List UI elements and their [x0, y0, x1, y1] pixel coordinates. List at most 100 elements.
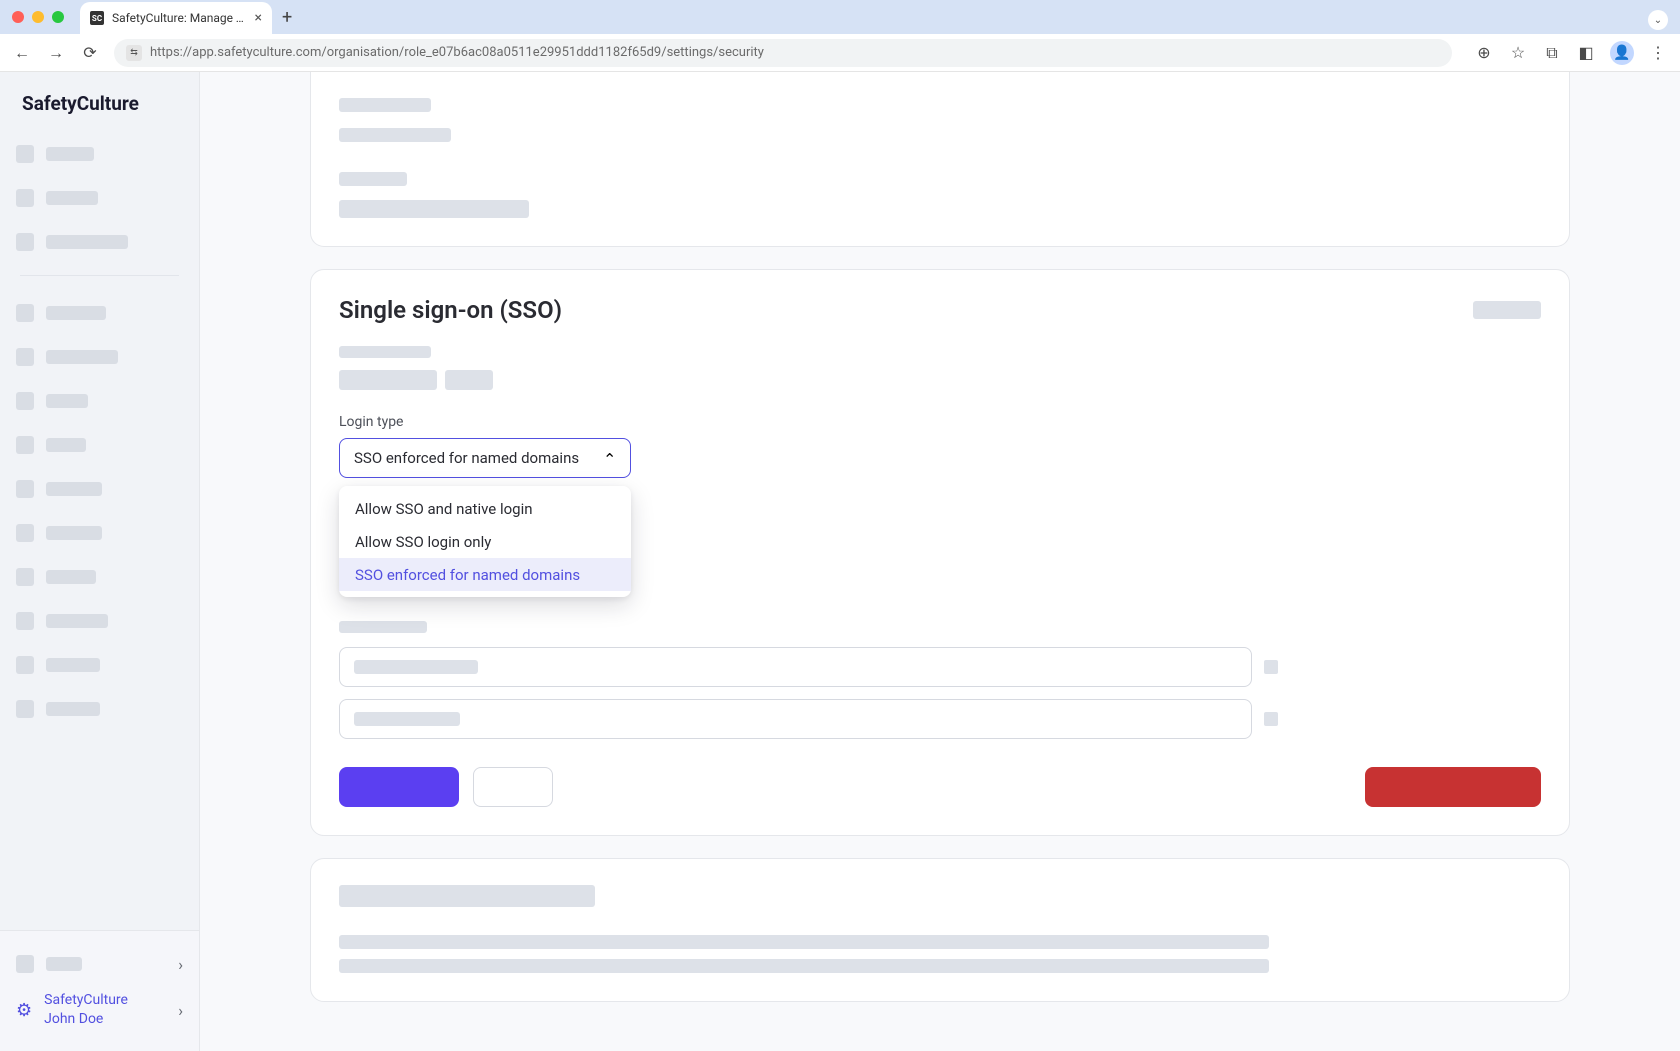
placeholder-icon: [16, 145, 34, 163]
login-type-select[interactable]: SSO enforced for named domains ⌄: [339, 438, 631, 478]
placeholder-label: [46, 658, 100, 672]
placeholder-icon: [16, 480, 34, 498]
placeholder-icon: [16, 233, 34, 251]
sidebar-item[interactable]: [16, 602, 183, 640]
remove-row-button-placeholder[interactable]: [1264, 712, 1278, 726]
sidebar-footer-item[interactable]: ›: [16, 941, 183, 987]
card-actions: [339, 767, 1541, 807]
placeholder-label: [46, 191, 98, 205]
profile-avatar[interactable]: 👤: [1610, 41, 1634, 65]
sidebar-footer: › ⚙ SafetyCulture John Doe ›: [0, 930, 199, 1051]
sidepanel-icon[interactable]: ◧: [1576, 43, 1596, 62]
org-name: SafetyCulture: [44, 991, 128, 1010]
placeholder-label: [46, 482, 102, 496]
placeholder: [339, 935, 1269, 949]
address-bar[interactable]: ⇆ https://app.safetyculture.com/organisa…: [114, 39, 1452, 67]
sidebar-item[interactable]: [16, 179, 183, 217]
back-button[interactable]: ←: [12, 43, 32, 63]
sidebar-item[interactable]: [16, 470, 183, 508]
extensions-icon[interactable]: ⧉: [1542, 43, 1562, 63]
placeholder-icon: [16, 955, 34, 973]
domain-input[interactable]: [339, 647, 1252, 687]
sidebar-item[interactable]: [16, 135, 183, 173]
domain-input[interactable]: [339, 699, 1252, 739]
url-text: https://app.safetyculture.com/organisati…: [150, 45, 764, 60]
placeholder: [339, 621, 427, 633]
domain-input-row: [339, 699, 1541, 739]
placeholder-label: [46, 394, 88, 408]
dropdown-option-allow-sso-only[interactable]: Allow SSO login only: [339, 525, 631, 558]
close-tab-icon[interactable]: ×: [255, 10, 262, 26]
sidebar-item[interactable]: [16, 558, 183, 596]
placeholder-label: [46, 235, 128, 249]
chevron-right-icon: ›: [178, 955, 183, 974]
login-type-label: Login type: [339, 414, 1541, 430]
placeholder-label: [46, 570, 96, 584]
placeholder: [354, 712, 460, 726]
sidebar-nav: [0, 127, 199, 930]
forward-button[interactable]: →: [46, 43, 66, 63]
sidebar-item[interactable]: [16, 382, 183, 420]
placeholder-label: [46, 526, 102, 540]
user-name: John Doe: [44, 1010, 128, 1029]
delete-button[interactable]: [1365, 767, 1541, 807]
placeholder-label: [46, 614, 108, 628]
placeholder-icon: [16, 612, 34, 630]
placeholder: [339, 370, 437, 390]
settings-card-placeholder-bottom: [310, 858, 1570, 1002]
sidebar-item[interactable]: [16, 223, 183, 261]
dropdown-option-allow-sso-native[interactable]: Allow SSO and native login: [339, 492, 631, 525]
placeholder-label: [46, 957, 82, 971]
close-window-icon[interactable]: [12, 11, 24, 23]
sidebar-item[interactable]: [16, 690, 183, 728]
cancel-button[interactable]: [473, 767, 553, 807]
placeholder-label: [46, 702, 100, 716]
sidebar-item[interactable]: [16, 426, 183, 464]
org-user-block: SafetyCulture John Doe: [44, 991, 128, 1029]
placeholder: [339, 346, 431, 358]
chevron-down-icon: ⌄: [1654, 15, 1662, 26]
remove-row-button-placeholder[interactable]: [1264, 660, 1278, 674]
sidebar: SafetyCulture › ⚙: [0, 72, 200, 1051]
placeholder-icon: [16, 348, 34, 366]
main-content: Single sign-on (SSO) Login type SSO enfo…: [200, 72, 1680, 1051]
sso-settings-card: Single sign-on (SSO) Login type SSO enfo…: [310, 269, 1570, 836]
bookmark-icon[interactable]: ☆: [1508, 43, 1528, 62]
browser-tab-active[interactable]: SC SafetyCulture: Manage Teams and... ×: [80, 2, 272, 34]
placeholder: [339, 959, 1269, 973]
sidebar-item[interactable]: [16, 514, 183, 552]
placeholder-label: [46, 147, 94, 161]
placeholder: [339, 885, 595, 907]
placeholder-label: [46, 350, 118, 364]
placeholder-icon: [16, 524, 34, 542]
kebab-menu-icon[interactable]: ⋮: [1648, 43, 1668, 62]
chevron-up-icon: ⌄: [603, 449, 616, 468]
sidebar-item[interactable]: [16, 294, 183, 332]
save-button[interactable]: [339, 767, 459, 807]
placeholder-label: [46, 306, 106, 320]
org-switcher[interactable]: ⚙ SafetyCulture John Doe ›: [16, 987, 183, 1033]
placeholder: [445, 370, 493, 390]
placeholder: [339, 98, 431, 112]
minimize-window-icon[interactable]: [32, 11, 44, 23]
maximize-window-icon[interactable]: [52, 11, 64, 23]
zoom-icon[interactable]: ⊕: [1474, 43, 1494, 62]
site-settings-icon[interactable]: ⇆: [126, 45, 142, 61]
login-type-dropdown: Allow SSO and native login Allow SSO log…: [339, 486, 631, 597]
sidebar-item[interactable]: [16, 646, 183, 684]
reload-button[interactable]: ⟳: [80, 43, 100, 62]
dropdown-option-sso-enforced[interactable]: SSO enforced for named domains: [339, 558, 631, 591]
placeholder: [1473, 301, 1541, 319]
window-controls[interactable]: [12, 11, 64, 23]
browser-chrome: SC SafetyCulture: Manage Teams and... × …: [0, 0, 1680, 72]
placeholder: [339, 200, 529, 218]
favicon-icon: SC: [90, 11, 104, 25]
tab-overflow-button[interactable]: ⌄: [1648, 10, 1668, 30]
placeholder-icon: [16, 436, 34, 454]
sidebar-item[interactable]: [16, 338, 183, 376]
new-tab-button[interactable]: +: [282, 7, 292, 28]
settings-card-placeholder-top: [310, 72, 1570, 247]
domain-input-row: [339, 647, 1541, 687]
tab-title: SafetyCulture: Manage Teams and...: [112, 11, 247, 25]
placeholder-icon: [16, 568, 34, 586]
